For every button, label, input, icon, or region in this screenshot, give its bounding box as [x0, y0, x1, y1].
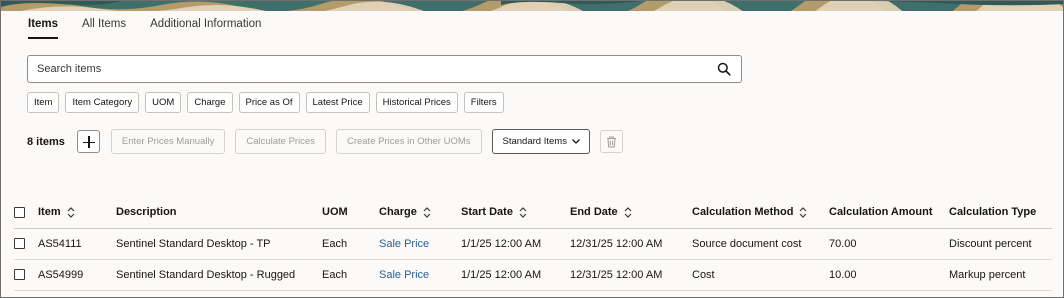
decorative-banner	[1, 1, 1063, 11]
filter-chip-filters[interactable]: Filters	[463, 92, 504, 113]
item-count: 8 items	[27, 135, 65, 148]
column-label: Calculation Amount	[829, 206, 933, 219]
page-frame: Items All Items Additional Information I…	[0, 0, 1064, 298]
column-label: Item	[38, 206, 61, 219]
select-all-checkbox[interactable]	[14, 206, 25, 218]
column-header-start-date[interactable]: Start Date	[461, 197, 570, 229]
add-button[interactable]	[76, 130, 100, 153]
row-checkbox[interactable]	[14, 269, 25, 281]
column-header-calculation-amount: Calculation Amount	[829, 197, 949, 229]
filter-chip-item-category[interactable]: Item Category	[65, 92, 140, 113]
column-header-end-date[interactable]: End Date	[570, 197, 692, 229]
column-label: UOM	[322, 206, 348, 219]
chevron-down-icon	[571, 139, 580, 144]
sort-icon[interactable]	[423, 206, 431, 218]
tab-all-items[interactable]: All Items	[82, 17, 126, 39]
charge-link[interactable]: Sale Price	[379, 269, 429, 281]
row-select-cell	[14, 259, 38, 291]
column-label: Start Date	[461, 206, 513, 219]
filter-chip-price-as-of[interactable]: Price as Of	[238, 92, 300, 113]
tab-items[interactable]: Items	[28, 17, 59, 39]
cell-charge: Sale Price	[379, 228, 461, 260]
cell-item: AS54999	[38, 259, 116, 291]
cell-item: AS54111	[38, 228, 116, 260]
column-header-uom: UOM	[322, 197, 379, 229]
cell-calculation-type: Discount percent	[949, 228, 1052, 260]
trash-icon	[606, 136, 616, 148]
tab-bar: Items All Items Additional Information	[28, 17, 261, 39]
column-label: Calculation Method	[692, 206, 794, 219]
filter-chip-historical-prices[interactable]: Historical Prices	[375, 92, 458, 113]
cell-calculation-amount: 10.00	[829, 259, 949, 291]
row-select-cell	[14, 228, 38, 260]
toolbar: 8 items Enter Prices Manually Calculate …	[27, 129, 623, 154]
sort-icon[interactable]	[624, 206, 632, 218]
column-label: Charge	[379, 206, 417, 219]
row-checkbox[interactable]	[14, 238, 25, 250]
search-icon[interactable]	[717, 62, 731, 76]
cell-end-date: 12/31/25 12:00 AM	[570, 228, 692, 260]
tab-additional-information[interactable]: Additional Information	[150, 17, 261, 39]
cell-description: Sentinel Standard Desktop - Rugged	[116, 259, 322, 291]
view-select-label: Standard Items	[502, 136, 567, 147]
column-header-calculation-type: Calculation Type	[949, 197, 1052, 229]
column-header-item[interactable]: Item	[38, 197, 116, 229]
search-box	[27, 55, 742, 83]
view-select-button[interactable]: Standard Items	[491, 129, 590, 154]
sort-icon[interactable]	[799, 206, 807, 218]
column-header-calculation-method[interactable]: Calculation Method	[692, 197, 829, 229]
cell-calculation-method: Source document cost	[692, 228, 829, 260]
filter-chip-latest-price[interactable]: Latest Price	[305, 92, 370, 113]
cell-calculation-type: Markup percent	[949, 259, 1052, 291]
column-label: End Date	[570, 206, 618, 219]
charge-link[interactable]: Sale Price	[379, 238, 429, 250]
enter-prices-manually-button[interactable]: Enter Prices Manually	[110, 129, 226, 154]
table-header-row: Item Description UOM Charge Start Date E…	[14, 197, 1052, 229]
items-table: Item Description UOM Charge Start Date E…	[14, 197, 1052, 291]
sort-icon[interactable]	[519, 206, 527, 218]
filter-chip-item[interactable]: Item	[27, 92, 60, 113]
cell-uom: Each	[322, 259, 379, 291]
filter-chip-uom[interactable]: UOM	[145, 92, 182, 113]
cell-end-date: 12/31/25 12:00 AM	[570, 259, 692, 291]
search-input[interactable]	[37, 56, 697, 82]
filter-chip-charge[interactable]: Charge	[187, 92, 233, 113]
cell-description: Sentinel Standard Desktop - TP	[116, 228, 322, 260]
delete-button[interactable]	[599, 130, 623, 153]
table-row[interactable]: AS54999 Sentinel Standard Desktop - Rugg…	[14, 259, 1052, 291]
cell-charge: Sale Price	[379, 259, 461, 291]
filter-chip-bar: Item Item Category UOM Charge Price as O…	[27, 92, 504, 113]
column-label: Description	[116, 206, 177, 219]
create-prices-other-uoms-button[interactable]: Create Prices in Other UOMs	[335, 129, 482, 154]
select-all-cell	[14, 197, 38, 229]
cell-calculation-amount: 70.00	[829, 228, 949, 260]
cell-start-date: 1/1/25 12:00 AM	[461, 228, 570, 260]
table-row[interactable]: AS54111 Sentinel Standard Desktop - TP E…	[14, 228, 1052, 260]
column-label: Calculation Type	[949, 206, 1037, 219]
cell-uom: Each	[322, 228, 379, 260]
column-header-charge[interactable]: Charge	[379, 197, 461, 229]
cell-start-date: 1/1/25 12:00 AM	[461, 259, 570, 291]
column-header-description: Description	[116, 197, 322, 229]
cell-calculation-method: Cost	[692, 259, 829, 291]
calculate-prices-button[interactable]: Calculate Prices	[235, 129, 326, 154]
sort-icon[interactable]	[67, 206, 75, 218]
